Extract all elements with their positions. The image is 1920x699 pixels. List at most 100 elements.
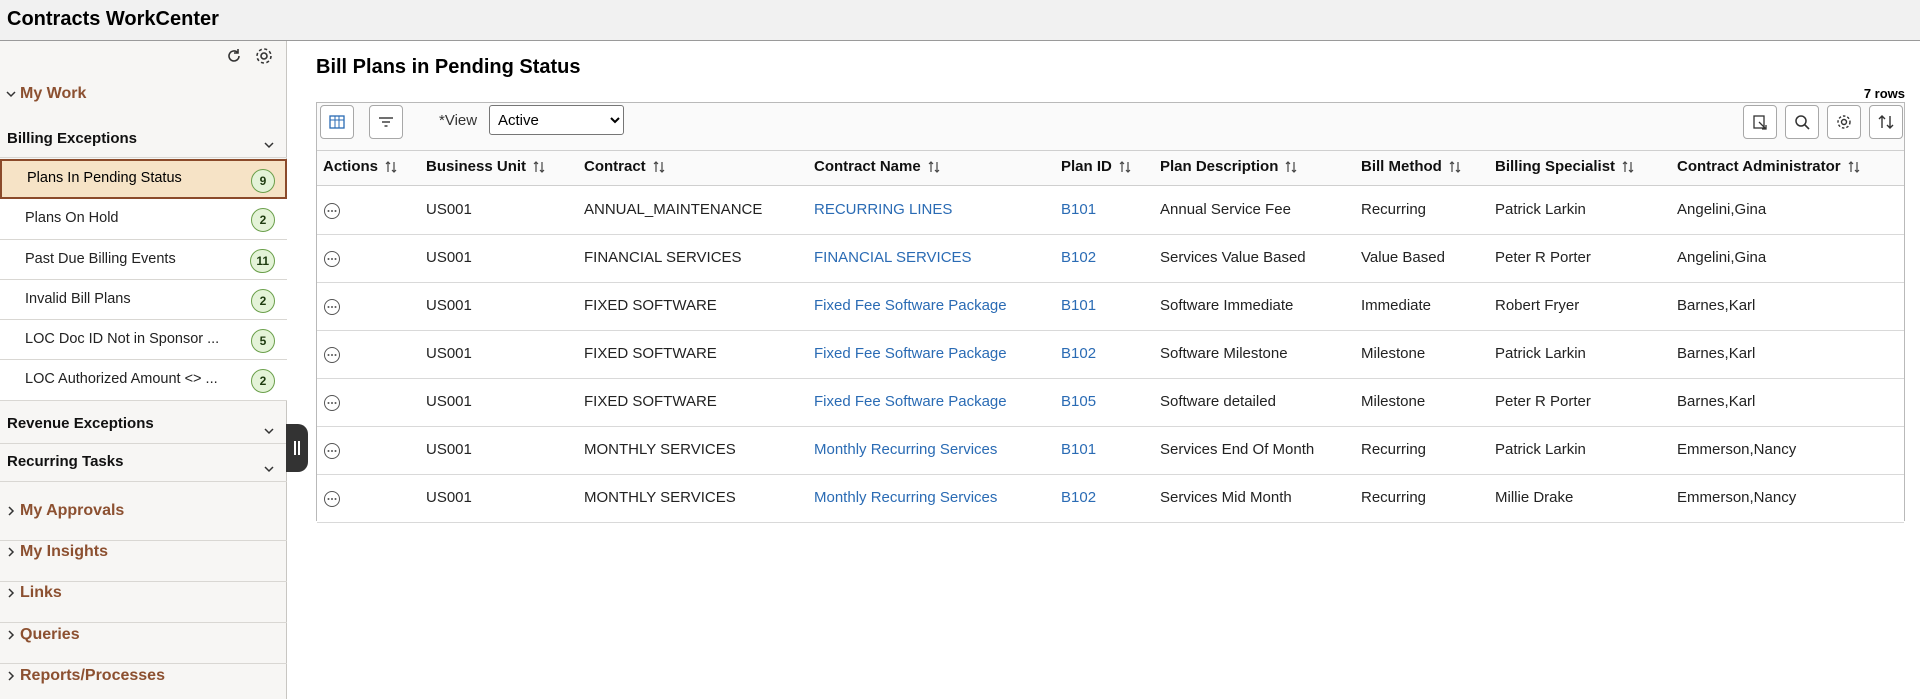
table-cell-link[interactable]: Monthly Recurring Services bbox=[814, 441, 997, 458]
row-actions-button[interactable] bbox=[323, 250, 341, 268]
export-button[interactable] bbox=[1743, 105, 1777, 139]
row-count: 7 rows bbox=[1863, 86, 1905, 101]
sidebar-tools bbox=[224, 46, 274, 66]
page-title: Bill Plans in Pending Status bbox=[316, 56, 581, 78]
chevron-right-icon bbox=[2, 502, 20, 520]
table-cell: Barnes,Karl bbox=[1677, 393, 1756, 410]
table-cell: US001 bbox=[426, 393, 472, 410]
table-cell: Immediate bbox=[1361, 297, 1432, 314]
sidebar-item-plans-in-pending-status[interactable]: Plans In Pending Status 9 bbox=[0, 159, 287, 200]
sidebar-item-loc-authorized-amount[interactable]: LOC Authorized Amount <> ... 2 bbox=[0, 360, 287, 401]
table-cell-link[interactable]: B102 bbox=[1061, 249, 1096, 266]
row-actions-button[interactable] bbox=[323, 346, 341, 364]
table-cell-link[interactable]: Fixed Fee Software Package bbox=[814, 393, 1007, 410]
group-revenue-exceptions[interactable]: Revenue Exceptions bbox=[0, 406, 287, 444]
sort-icon[interactable] bbox=[1118, 160, 1132, 174]
section-links[interactable]: Links bbox=[0, 582, 287, 623]
table-cell-link[interactable]: B101 bbox=[1061, 201, 1096, 218]
column-header-contract-name[interactable]: Contract Name bbox=[814, 158, 941, 175]
view-select[interactable]: Active bbox=[489, 105, 624, 135]
search-icon bbox=[1795, 115, 1810, 130]
column-header-bill-method[interactable]: Bill Method bbox=[1361, 158, 1462, 175]
count-badge: 9 bbox=[251, 169, 275, 193]
sidebar-item-loc-doc-id[interactable]: LOC Doc ID Not in Sponsor ... 5 bbox=[0, 320, 287, 361]
sort-icon[interactable] bbox=[532, 160, 546, 174]
chevron-right-icon bbox=[2, 626, 20, 644]
table-cell-link[interactable]: Monthly Recurring Services bbox=[814, 489, 997, 506]
column-header-contract[interactable]: Contract bbox=[584, 158, 666, 175]
table-cell-link[interactable]: B102 bbox=[1061, 345, 1096, 362]
column-header-contract-administrator[interactable]: Contract Administrator bbox=[1677, 158, 1861, 175]
section-my-approvals[interactable]: My Approvals bbox=[0, 500, 287, 541]
group-title-revenue-exceptions: Revenue Exceptions bbox=[7, 415, 154, 432]
section-reports-processes[interactable]: Reports/Processes bbox=[0, 664, 287, 699]
table-cell: Recurring bbox=[1361, 201, 1427, 218]
table-cell-link[interactable]: Fixed Fee Software Package bbox=[814, 297, 1007, 314]
table-cell: US001 bbox=[426, 297, 472, 314]
sort-icon[interactable] bbox=[1621, 160, 1635, 174]
grid-layout-button[interactable] bbox=[320, 105, 354, 139]
search-button[interactable] bbox=[1785, 105, 1819, 139]
collapse-handle-icon bbox=[294, 441, 300, 455]
sort-icon[interactable] bbox=[1284, 160, 1298, 174]
table-cell: Recurring bbox=[1361, 441, 1427, 458]
section-my-insights[interactable]: My Insights bbox=[0, 541, 287, 582]
sidebar-collapse-handle[interactable] bbox=[286, 424, 308, 472]
sort-icon[interactable] bbox=[384, 160, 398, 174]
sort-icon[interactable] bbox=[927, 160, 941, 174]
table-cell-link[interactable]: B101 bbox=[1061, 441, 1096, 458]
row-actions-button[interactable] bbox=[323, 202, 341, 220]
table-cell-link[interactable]: B102 bbox=[1061, 489, 1096, 506]
table-cell-link[interactable]: FINANCIAL SERVICES bbox=[814, 249, 972, 266]
row-actions-button[interactable] bbox=[323, 394, 341, 412]
section-my-work[interactable]: My Work bbox=[0, 85, 287, 103]
section-title: Reports/Processes bbox=[20, 667, 165, 684]
sort-button[interactable] bbox=[1869, 105, 1903, 139]
table-cell: Milestone bbox=[1361, 345, 1426, 362]
settings-button[interactable] bbox=[1827, 105, 1861, 139]
column-header-label: Billing Specialist bbox=[1495, 158, 1616, 175]
ellipsis-icon bbox=[324, 491, 340, 507]
sidebar: My Work Billing Exceptions Plans In Pend… bbox=[0, 41, 287, 699]
table-cell: US001 bbox=[426, 201, 472, 218]
chevron-down-icon bbox=[263, 424, 275, 441]
column-header-business-unit[interactable]: Business Unit bbox=[426, 158, 546, 175]
column-header-plan-id[interactable]: Plan ID bbox=[1061, 158, 1132, 175]
sort-icon[interactable] bbox=[1448, 160, 1462, 174]
table-cell-link[interactable]: B101 bbox=[1061, 297, 1096, 314]
column-header-label: Contract bbox=[584, 158, 646, 175]
sidebar-item-past-due-billing-events[interactable]: Past Due Billing Events 11 bbox=[0, 239, 287, 280]
section-queries[interactable]: Queries bbox=[0, 623, 287, 664]
row-actions-button[interactable] bbox=[323, 442, 341, 460]
table-cell-link[interactable]: Fixed Fee Software Package bbox=[814, 345, 1007, 362]
column-header-billing-specialist[interactable]: Billing Specialist bbox=[1495, 158, 1635, 175]
sort-icon[interactable] bbox=[652, 160, 666, 174]
ellipsis-icon bbox=[324, 395, 340, 411]
sidebar-item-label: Plans On Hold bbox=[25, 210, 119, 227]
row-actions-button[interactable] bbox=[323, 490, 341, 508]
table-cell-link[interactable]: B105 bbox=[1061, 393, 1096, 410]
table-cell: US001 bbox=[426, 489, 472, 506]
column-header-plan-description[interactable]: Plan Description bbox=[1160, 158, 1298, 175]
row-actions-button[interactable] bbox=[323, 298, 341, 316]
table-cell-link[interactable]: RECURRING LINES bbox=[814, 201, 952, 218]
group-billing-exceptions[interactable]: Billing Exceptions bbox=[0, 120, 287, 158]
view-label: *View bbox=[439, 112, 478, 129]
count-badge: 5 bbox=[251, 329, 275, 354]
sidebar-item-plans-on-hold[interactable]: Plans On Hold 2 bbox=[0, 199, 287, 240]
column-header-label: Contract Administrator bbox=[1677, 158, 1841, 175]
table-row: US001 MONTHLY SERVICES Monthly Recurring S… bbox=[317, 475, 1904, 523]
column-header-actions[interactable]: Actions bbox=[323, 158, 398, 175]
filter-button[interactable] bbox=[369, 105, 403, 139]
ellipsis-icon bbox=[324, 347, 340, 363]
group-recurring-tasks[interactable]: Recurring Tasks bbox=[0, 444, 287, 482]
sort-icon[interactable] bbox=[1847, 160, 1861, 174]
gear-icon[interactable] bbox=[254, 46, 274, 66]
chevron-down-icon bbox=[2, 85, 20, 103]
table-row: US001 FIXED SOFTWARE Fixed Fee Software Pa… bbox=[317, 283, 1904, 331]
column-header-label: Contract Name bbox=[814, 158, 921, 175]
sidebar-item-invalid-bill-plans[interactable]: Invalid Bill Plans 2 bbox=[0, 279, 287, 321]
refresh-icon[interactable] bbox=[224, 46, 244, 66]
table-cell: Value Based bbox=[1361, 249, 1445, 266]
table-cell: Patrick Larkin bbox=[1495, 201, 1586, 218]
